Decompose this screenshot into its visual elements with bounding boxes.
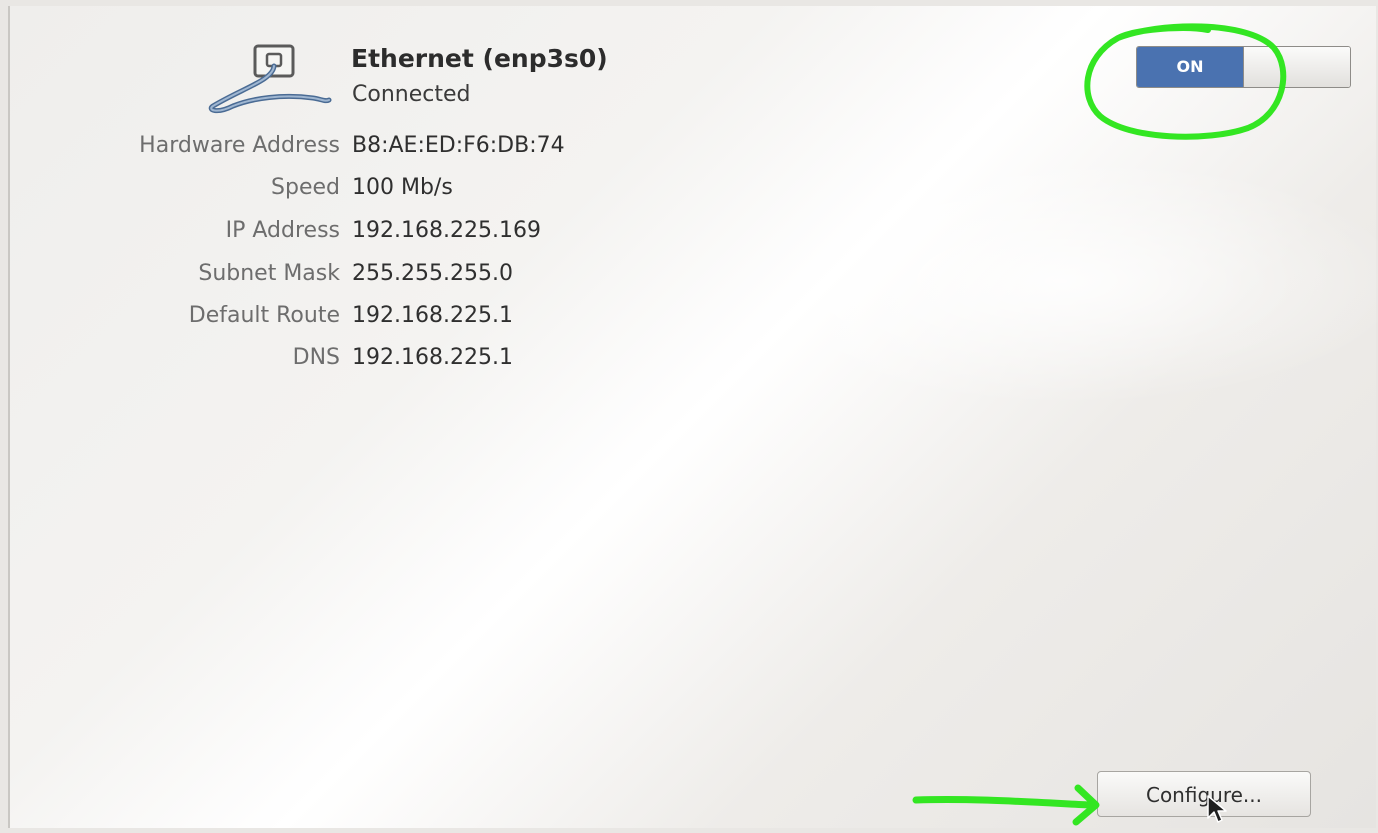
power-toggle[interactable]: ON bbox=[1136, 46, 1351, 88]
photo-glare bbox=[710, 156, 1378, 406]
detail-row-subnet-mask: Subnet Mask 255.255.255.0 bbox=[10, 261, 710, 293]
detail-label: IP Address bbox=[225, 218, 340, 243]
detail-row-speed: Speed 100 Mb/s bbox=[10, 175, 710, 207]
detail-row-ip-address: IP Address 192.168.225.169 bbox=[10, 218, 710, 250]
detail-value: 192.168.225.1 bbox=[352, 303, 513, 328]
connection-status: Connected bbox=[352, 82, 471, 107]
ethernet-cable-icon bbox=[208, 44, 332, 114]
detail-value: 255.255.255.0 bbox=[352, 261, 513, 286]
detail-value: 192.168.225.1 bbox=[352, 345, 513, 370]
detail-row-dns: DNS 192.168.225.1 bbox=[10, 345, 710, 377]
detail-row-hardware-address: Hardware Address B8:AE:ED:F6:DB:74 bbox=[10, 133, 710, 165]
connection-title: Ethernet (enp3s0) bbox=[351, 44, 608, 73]
configure-button[interactable]: Configure... bbox=[1097, 771, 1311, 817]
detail-label: Subnet Mask bbox=[198, 261, 340, 286]
toggle-knob[interactable] bbox=[1243, 47, 1350, 87]
detail-row-default-route: Default Route 192.168.225.1 bbox=[10, 303, 710, 335]
detail-value: 100 Mb/s bbox=[352, 175, 453, 200]
detail-label: Default Route bbox=[188, 303, 340, 328]
detail-label: Hardware Address bbox=[139, 133, 340, 158]
detail-value: 192.168.225.169 bbox=[352, 218, 541, 243]
detail-label: Speed bbox=[271, 175, 340, 200]
toggle-on-label: ON bbox=[1137, 47, 1243, 87]
detail-label: DNS bbox=[292, 345, 340, 370]
detail-value: B8:AE:ED:F6:DB:74 bbox=[352, 133, 565, 158]
network-panel: Ethernet (enp3s0) Connected Hardware Add… bbox=[8, 6, 1378, 828]
